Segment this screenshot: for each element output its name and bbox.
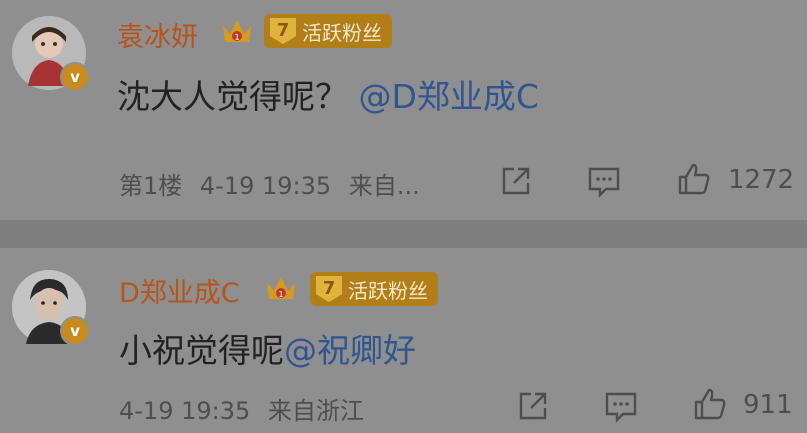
mention-link[interactable]: @祝卿好	[284, 331, 416, 370]
badge-label: 活跃粉丝	[348, 278, 428, 303]
level-icon: 7	[270, 18, 296, 44]
avatar[interactable]: v	[12, 16, 90, 92]
avatar[interactable]: v	[12, 270, 90, 346]
username[interactable]: 袁冰妍	[117, 15, 198, 54]
svg-text:1: 1	[278, 290, 283, 299]
comment-text: 小祝觉得呢@祝卿好	[119, 324, 416, 372]
like-count: 1272	[728, 165, 795, 195]
comment-body: 小祝觉得呢	[119, 331, 284, 370]
timestamp: 4-19 19:35	[199, 172, 332, 200]
like-icon[interactable]	[692, 386, 728, 422]
like-icon[interactable]	[676, 161, 712, 197]
like-count: 911	[743, 390, 793, 420]
level-icon: 7	[316, 276, 342, 302]
fan-badge: 7 活跃粉丝	[264, 14, 392, 48]
share-icon[interactable]	[515, 388, 551, 424]
timestamp: 4-19 19:35	[119, 397, 251, 425]
comment-card: v 袁冰妍 1 7 活跃粉丝 沈大人觉得呢？ @D郑业成C 第1楼 4-19 1…	[0, 0, 807, 220]
verified-badge: v	[60, 62, 90, 92]
comment-card: v D郑业成C 1 7 活跃粉丝 小祝觉得呢@祝卿好 4-19 19:35 来自…	[0, 248, 807, 433]
crown-icon: 1	[223, 20, 251, 42]
divider	[0, 220, 807, 248]
comment-icon[interactable]	[586, 163, 622, 199]
share-icon[interactable]	[498, 163, 534, 199]
fan-badge: 7 活跃粉丝	[310, 272, 438, 306]
svg-text:1: 1	[234, 33, 239, 42]
comment-icon[interactable]	[603, 388, 639, 424]
source-label: 来自...	[348, 172, 420, 200]
comment-body: 沈大人觉得呢？	[117, 77, 348, 116]
source-label: 来自浙江	[267, 397, 364, 425]
comment-meta: 4-19 19:35 来自浙江	[119, 391, 364, 426]
mention-link[interactable]: @D郑业成C	[359, 77, 539, 116]
comment-meta: 第1楼 4-19 19:35 来自...	[119, 166, 420, 201]
badge-label: 活跃粉丝	[302, 20, 382, 45]
crown-icon: 1	[267, 277, 295, 299]
verified-badge: v	[60, 316, 90, 346]
comment-text: 沈大人觉得呢？ @D郑业成C	[117, 70, 539, 118]
username[interactable]: D郑业成C	[119, 271, 240, 310]
floor-label: 第1楼	[119, 172, 183, 200]
